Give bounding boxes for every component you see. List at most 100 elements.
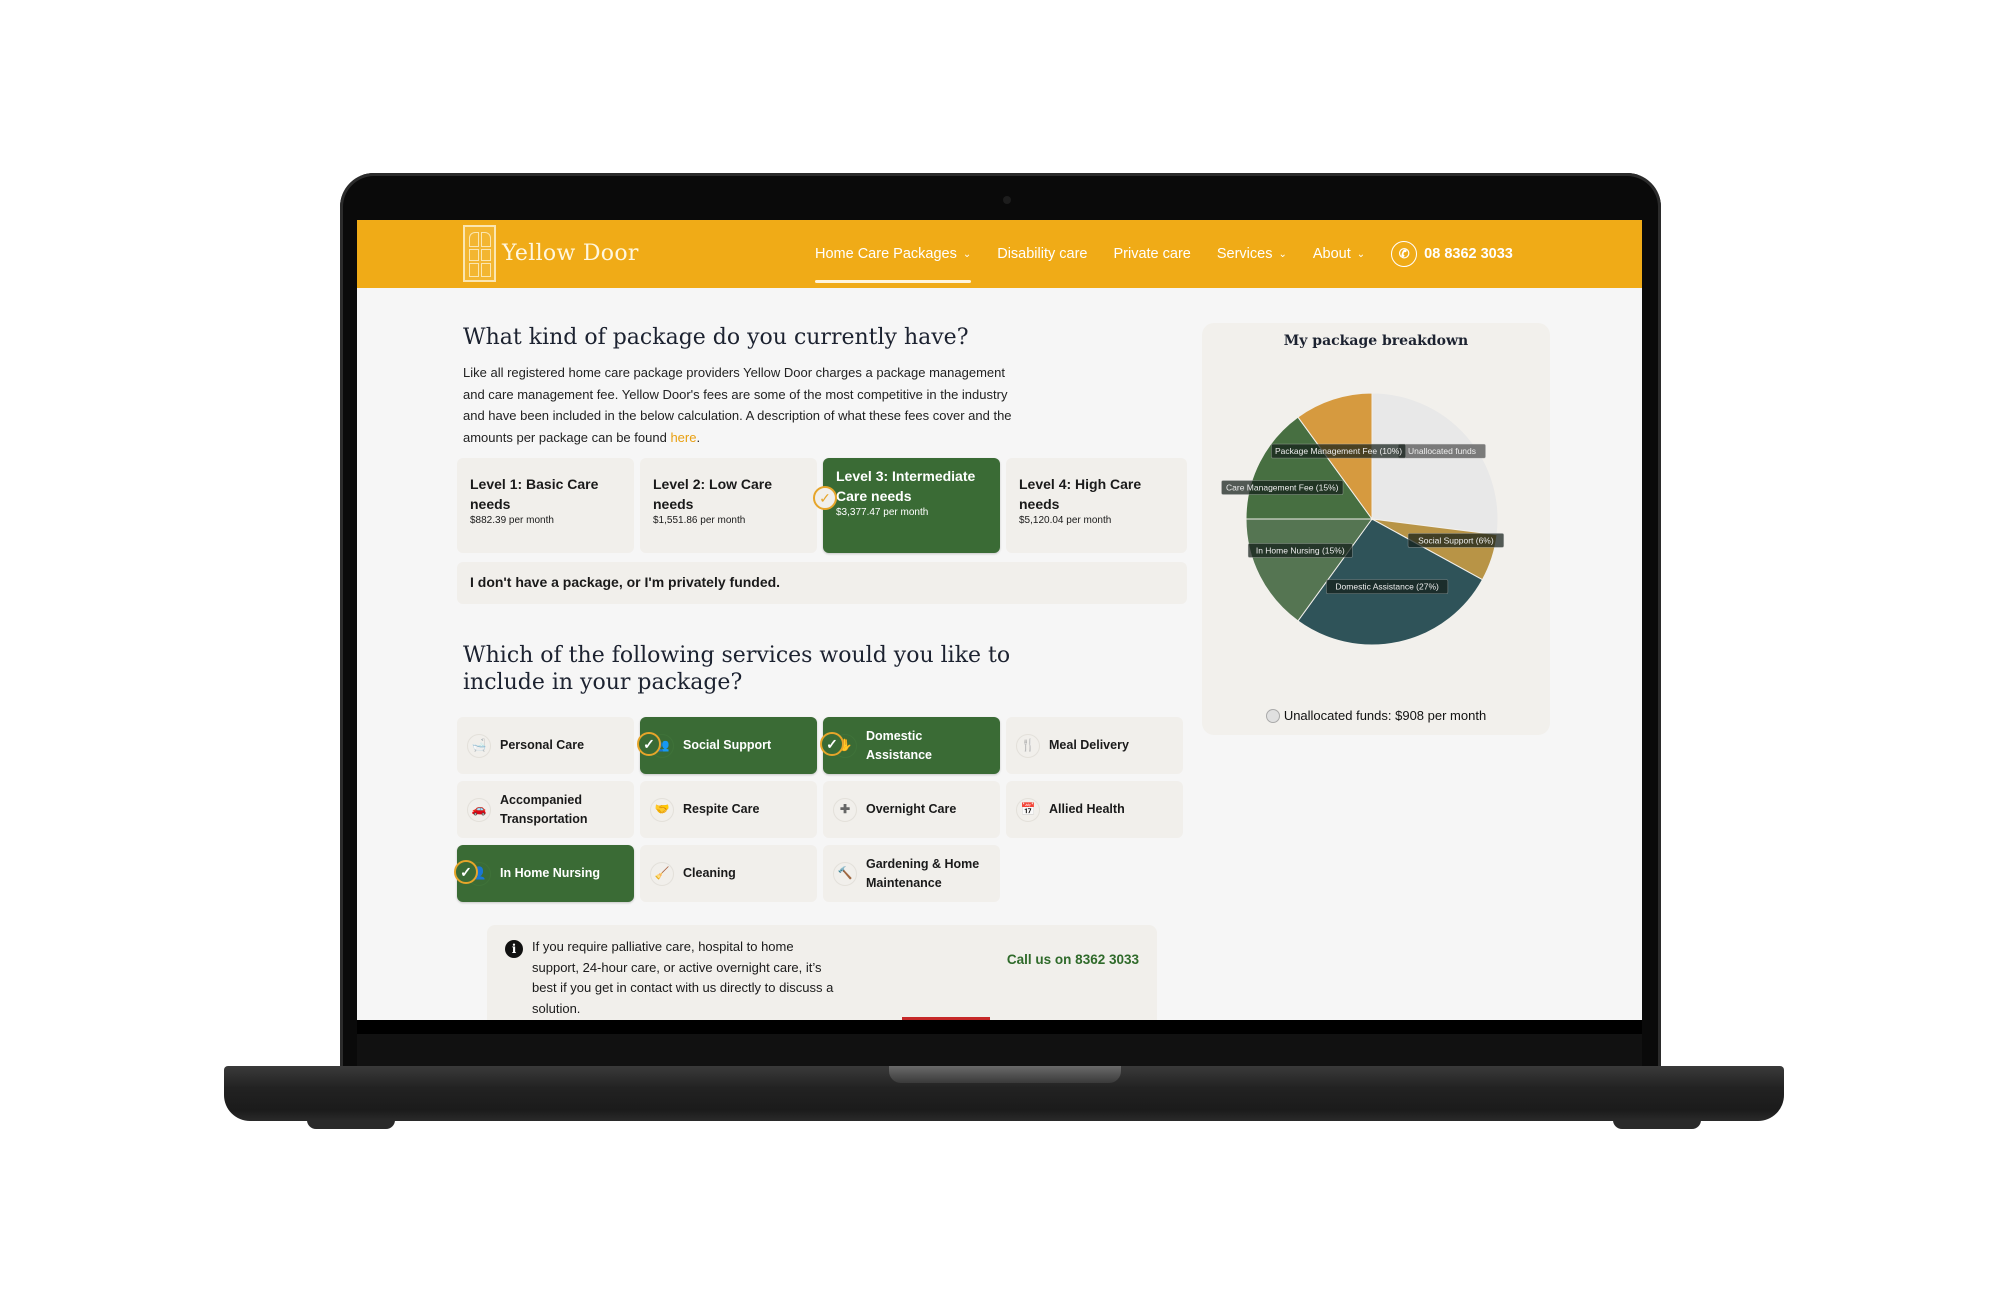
hand-holding-medical-icon: ✚: [833, 797, 857, 822]
pie-label: Package Management Fee (10%): [1271, 443, 1407, 459]
service-label: Social Support: [683, 738, 772, 752]
info-icon: i: [505, 940, 523, 958]
service-label: In Home Nursing: [500, 866, 601, 880]
check-icon: ✓: [454, 860, 478, 884]
package-level-1[interactable]: Level 1: Basic Care needs $882.39 per mo…: [457, 458, 634, 553]
services-question-heading: Which of the following services would yo…: [463, 643, 1011, 695]
laptop-foot: [307, 1120, 395, 1129]
bath-icon: 🛁: [467, 733, 491, 758]
nav-label: Services: [1216, 246, 1273, 262]
package-level-4[interactable]: Level 4: High Care needs $5,120.04 per m…: [1006, 458, 1187, 553]
service-option[interactable]: 🍴 Meal Delivery: [1006, 717, 1183, 774]
service-label: Gardening & Home Maintenance: [866, 856, 980, 890]
package-breakdown-panel: My package breakdown Unallocated funds So…: [1202, 323, 1550, 735]
phone-icon: ✆: [1391, 241, 1418, 267]
package-level-2[interactable]: Level 2: Low Care needs $1,551.86 per mo…: [640, 458, 817, 553]
chevron-down-icon: ⌄: [1356, 248, 1366, 260]
service-option[interactable]: ✓ ✋ Domestic Assistance: [820, 717, 1000, 774]
package-title: Level 1: Basic Care needs: [470, 476, 599, 512]
info-box: i If you require palliative care, hospit…: [487, 925, 1157, 1020]
intro-end: .: [696, 429, 701, 445]
pie-label-text: Care Management Fee (15%): [1226, 483, 1339, 493]
phone-link[interactable]: ✆ 08 8362 3033: [1391, 241, 1513, 267]
laptop-chin: [357, 1020, 1642, 1066]
breakdown-pie-chart: Unallocated funds Social Support (6%) Dome…: [1221, 392, 1505, 646]
service-label: Meal Delivery: [1049, 738, 1129, 752]
laptop-foot: [1613, 1120, 1701, 1129]
calendar-check-icon: 📅: [1016, 797, 1040, 822]
pie-label: Unallocated funds: [1398, 443, 1486, 459]
camera: [1003, 196, 1011, 204]
package-price: $1,551.86 per month: [653, 515, 746, 526]
package-intro: Like all registered home care package pr…: [463, 362, 1023, 448]
nav-about[interactable]: About ⌄: [1313, 220, 1365, 288]
screen: Yellow Door Home Care Packages ⌄ Disabili…: [357, 220, 1642, 1020]
hammer-icon: 🔨: [833, 861, 857, 886]
nav-label: Home Care Packages: [815, 246, 957, 262]
service-option[interactable]: 🔨 Gardening & Home Maintenance: [823, 845, 1000, 902]
fees-link[interactable]: here: [670, 430, 696, 445]
info-text: If you require palliative care, hospital…: [532, 939, 834, 1016]
chevron-down-icon: ⌄: [1278, 248, 1287, 260]
nav-services[interactable]: Services ⌄: [1217, 220, 1287, 288]
service-option[interactable]: ✓ 👥 Social Support: [637, 717, 817, 774]
service-label: Personal Care: [500, 738, 585, 752]
service-option[interactable]: 🧹 Cleaning: [640, 845, 817, 902]
nav-label: Disability care: [997, 246, 1088, 262]
brand-name: Yellow Door: [502, 240, 639, 266]
nav-label: About: [1312, 246, 1351, 262]
phone-number: 08 8362 3033: [1424, 246, 1513, 262]
pie-label-text: Domestic Assistance (27%): [1335, 582, 1439, 592]
package-price: $882.39 per month: [470, 515, 554, 526]
pie-slice-unallocated-funds[interactable]: [1371, 392, 1499, 536]
service-label: Overnight Care: [866, 802, 957, 816]
service-label: Domestic Assistance: [866, 728, 933, 762]
nav-disability-care[interactable]: Disability care: [997, 220, 1087, 288]
package-price: $3,377.47 per month: [836, 507, 929, 518]
pie-label: Care Management Fee (15%): [1221, 480, 1344, 495]
car-icon: 🚗: [467, 797, 491, 822]
check-icon: ✓: [813, 486, 837, 510]
chart-legend[interactable]: Unallocated funds: $908 per month: [1202, 708, 1550, 723]
pie-label-text: In Home Nursing (15%): [1256, 545, 1345, 555]
pie-label-text: Unallocated funds: [1408, 446, 1476, 456]
service-option[interactable]: 📅 Allied Health: [1006, 781, 1183, 838]
package-price: $5,120.04 per month: [1019, 515, 1112, 526]
service-label: Accompanied Transportation: [500, 792, 588, 826]
site-header: Yellow Door Home Care Packages ⌄ Disabili…: [357, 220, 1642, 288]
package-level-3[interactable]: ✓ Level 3: Intermediate Care needs $3,37…: [813, 458, 1000, 553]
utensils-icon: 🍴: [1016, 733, 1040, 758]
intro-text: Like all registered home care package pr…: [463, 365, 1012, 445]
pie-label: In Home Nursing (15%): [1247, 543, 1353, 558]
nav-private-care[interactable]: Private care: [1113, 220, 1190, 288]
chevron-down-icon: ⌄: [962, 248, 972, 260]
red-button-edge: [902, 1017, 990, 1020]
service-option[interactable]: ✚ Overnight Care: [823, 781, 1000, 838]
call-us-link[interactable]: Call us on 8362 3033: [1007, 952, 1139, 967]
no-package-option[interactable]: I don't have a package, or I'm privately…: [457, 562, 1187, 604]
legend-swatch-unallocated: [1265, 708, 1280, 723]
legend-label: Unallocated funds: $908 per month: [1283, 708, 1487, 723]
service-option[interactable]: 🚗 Accompanied Transportation: [457, 781, 634, 838]
door-icon: [463, 224, 496, 282]
broom-icon: 🧹: [650, 861, 674, 886]
pie-label: Social Support (6%): [1407, 533, 1505, 548]
package-title: Level 4: High Care needs: [1019, 476, 1142, 512]
service-option[interactable]: ✓ 👤 In Home Nursing: [454, 845, 634, 902]
check-icon: ✓: [820, 732, 844, 756]
brand-logo[interactable]: Yellow Door: [463, 224, 639, 282]
nav-home-care-packages[interactable]: Home Care Packages ⌄: [815, 220, 972, 288]
service-label: Allied Health: [1049, 802, 1125, 816]
nav-label: Private care: [1113, 246, 1191, 262]
check-icon: ✓: [637, 732, 661, 756]
pie-label-text: Social Support (6%): [1418, 535, 1494, 545]
main-nav: Home Care Packages ⌄ Disability care Priv…: [815, 220, 1513, 288]
service-label: Respite Care: [683, 802, 760, 816]
service-option[interactable]: 🛁 Personal Care: [457, 717, 634, 774]
pie-label: Domestic Assistance (27%): [1326, 579, 1449, 594]
package-title: Level 3: Intermediate Care needs: [836, 468, 976, 504]
pie-label-text: Package Management Fee (10%): [1275, 446, 1402, 456]
service-option[interactable]: 🤝 Respite Care: [640, 781, 817, 838]
laptop-notch: [889, 1066, 1121, 1083]
package-title: Level 2: Low Care needs: [653, 476, 773, 512]
